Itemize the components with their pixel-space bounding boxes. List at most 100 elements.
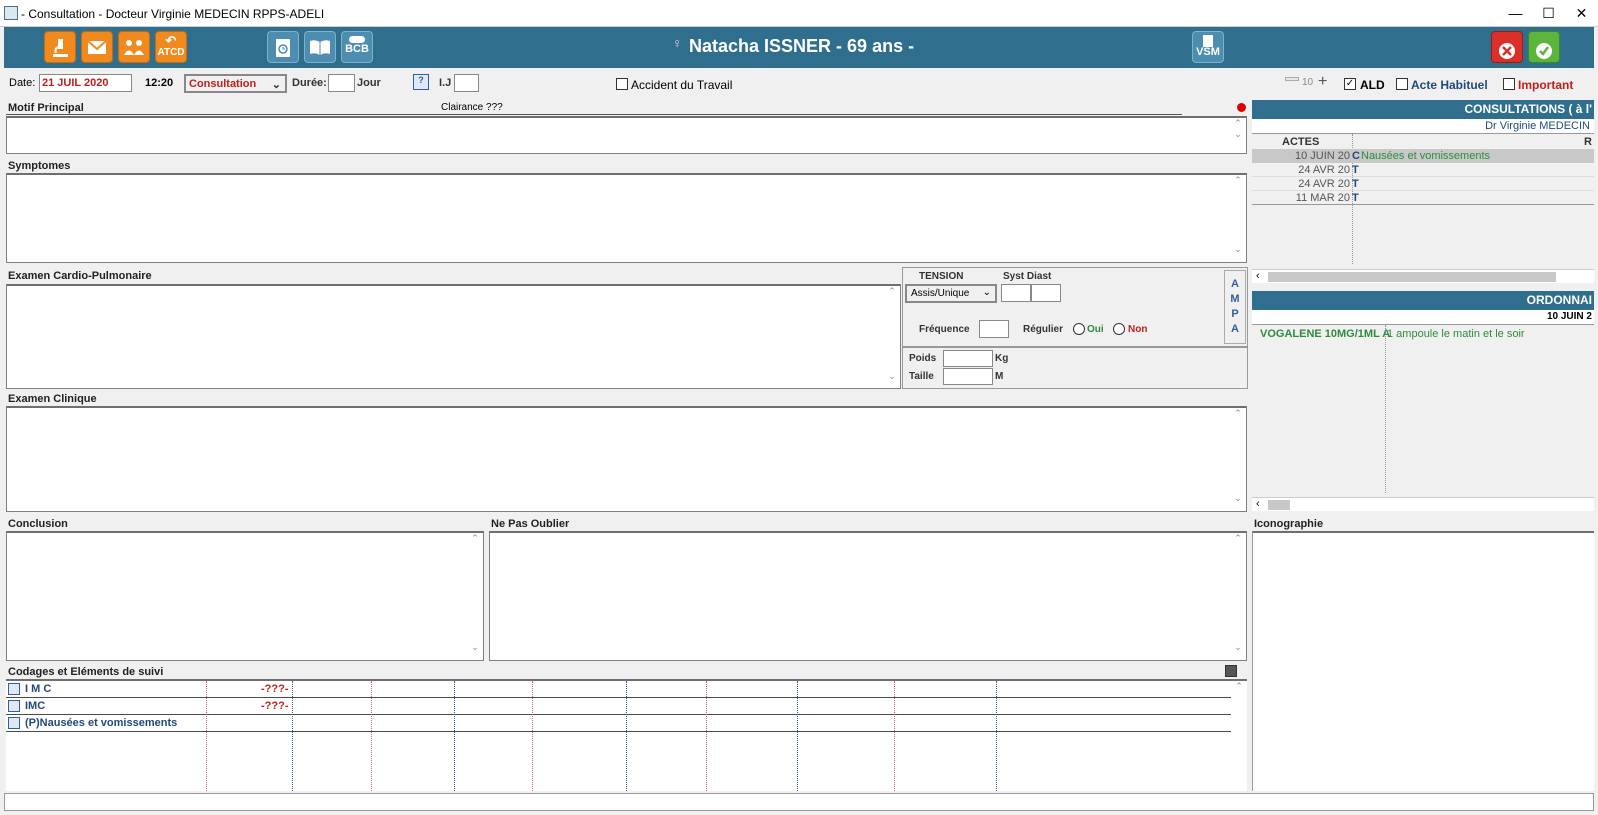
maximize-button[interactable]: ☐ [1532, 0, 1565, 27]
validate-button[interactable] [1528, 31, 1560, 63]
ordonnance-drug[interactable]: VOGALENE 10MG/1ML A [1260, 328, 1390, 340]
motif-textarea[interactable]: ⌃ ⌄ [6, 116, 1247, 154]
regulier-oui-radio[interactable] [1073, 323, 1085, 335]
calendar-icon[interactable]: ? [413, 74, 429, 90]
open-book-icon [310, 40, 330, 55]
chevron-left-icon: ‹ [1256, 498, 1260, 510]
kg-label: Kg [995, 353, 1009, 364]
codages-title: Codages et Eléments de suivi [8, 666, 164, 678]
cardio-scrollbar[interactable]: ⌃ ⌄ [884, 286, 900, 387]
minimize-button[interactable]: — [1499, 0, 1532, 27]
position-select[interactable]: Assis/Unique ⌄ [905, 284, 997, 303]
consultation-type-select[interactable]: Consultation ⌄ [184, 74, 287, 93]
conclusion-scrollbar[interactable]: ⌃ ⌄ [467, 533, 483, 659]
cardio-textarea[interactable]: ⌃ ⌄ [6, 284, 901, 389]
poids-field[interactable] [943, 350, 993, 367]
chevron-left-icon: ‹ [1256, 270, 1260, 282]
window-title: - Consultation - Docteur Virginie MEDECI… [21, 7, 325, 21]
chevron-down-icon: ⌄ [982, 287, 991, 298]
regulier-non-radio[interactable] [1113, 323, 1125, 335]
acte-habituel-checkbox[interactable] [1396, 78, 1408, 90]
acte-habituel-label: Acte Habituel [1411, 78, 1488, 92]
vsm-button[interactable]: VSM [1192, 31, 1224, 63]
grid-icon[interactable] [1225, 665, 1237, 677]
table-row[interactable]: I M C -???- [6, 681, 1231, 698]
codages-scrollbar[interactable]: ⌃ [1231, 681, 1247, 791]
table-row[interactable]: 24 AVR 20 T [1252, 177, 1594, 191]
ordonnance-posology[interactable]: 1 ampoule le matin et le soir [1387, 328, 1525, 340]
grid-icon [8, 717, 20, 729]
poids-label: Poids [909, 353, 937, 364]
ampa-button[interactable]: AMPA [1224, 270, 1246, 344]
microscope-button[interactable] [44, 31, 76, 63]
col-actes-header: ACTES [1282, 136, 1320, 148]
table-row[interactable]: IMC -???- [6, 698, 1231, 715]
motif-scrollbar[interactable]: ⌃ ⌄ [1230, 118, 1246, 152]
app-icon [4, 6, 18, 20]
ne-pas-oublier-scrollbar[interactable]: ⌃ ⌄ [1230, 533, 1246, 659]
clinique-textarea[interactable]: ⌃ ⌄ [6, 406, 1247, 512]
cancel-button[interactable] [1491, 31, 1523, 63]
table-row[interactable]: 11 MAR 20 T [1252, 191, 1594, 205]
non-label: Non [1128, 324, 1148, 335]
mail-button[interactable] [81, 31, 113, 63]
zoom-value: 10 [1302, 77, 1314, 88]
taille-field[interactable] [943, 368, 993, 385]
ordonnances-list: VOGALENE 10MG/1ML A 1 ampoule le matin e… [1252, 324, 1594, 511]
motif-title: Motif Principal [8, 102, 84, 114]
family-button[interactable] [118, 31, 150, 63]
envelope-icon [87, 40, 107, 54]
clinique-title: Examen Clinique [8, 393, 97, 405]
systole-field[interactable] [1001, 284, 1031, 302]
conclusion-textarea[interactable]: ⌃ ⌄ [6, 531, 484, 661]
bcb-button[interactable]: BCB [341, 31, 373, 63]
ordonnances-date-row: 10 JUIN 2 [1252, 310, 1594, 324]
ald-checkbox[interactable]: ✓ [1344, 78, 1356, 90]
accident-travail-label: Accident du Travail [631, 78, 733, 92]
zoom-plus-icon[interactable]: + [1318, 74, 1327, 90]
ordonnances-hscrollbar[interactable]: ‹ [1252, 497, 1594, 511]
accident-travail-checkbox[interactable] [616, 78, 628, 90]
microscope-icon [53, 39, 68, 57]
jour-label: Jour [357, 77, 381, 89]
clinique-scrollbar[interactable]: ⌃ ⌄ [1230, 408, 1246, 510]
col-r-header: R [1584, 136, 1592, 148]
clairance-label: Clairance ??? [441, 102, 503, 113]
poids-taille-panel: Poids Kg Taille M [902, 347, 1248, 389]
chevron-down-icon: ⌄ [271, 79, 281, 91]
duree-field[interactable] [328, 74, 355, 92]
table-row[interactable]: 10 JUIN 20 C Nausées et vomissements [1252, 149, 1594, 163]
symptomes-scrollbar[interactable]: ⌃ ⌄ [1230, 175, 1246, 261]
table-row[interactable]: 24 AVR 20 T [1252, 163, 1594, 177]
duree-label: Durée: [292, 77, 327, 89]
atcd-button[interactable]: ↶ ATCD [155, 31, 187, 63]
tension-panel: TENSION Syst Diast Assis/Unique ⌄ Fréquen… [902, 267, 1248, 347]
zoom-minus-icon[interactable] [1285, 77, 1299, 81]
document-clock-button[interactable] [267, 31, 299, 63]
consultations-hscrollbar[interactable]: ‹ [1252, 269, 1594, 283]
frequence-field[interactable] [979, 320, 1009, 338]
ne-pas-oublier-title: Ne Pas Oublier [491, 518, 570, 530]
oui-label: Oui [1087, 324, 1104, 335]
main-toolbar: ↶ ATCD BCB ♀ Natacha ISSNER - 69 ans - V… [4, 27, 1594, 68]
table-row[interactable]: (P)Nausées et vomissements [6, 715, 1231, 732]
symptomes-textarea[interactable]: ⌃ ⌄ [6, 173, 1247, 263]
conclusion-title: Conclusion [8, 518, 68, 530]
book-button[interactable] [304, 31, 336, 63]
diastole-field[interactable] [1031, 284, 1061, 302]
iconographie-area[interactable] [1252, 531, 1594, 791]
codages-grid: I M C -???- IMC -???- (P)Nausées et vomiss… [6, 679, 1247, 791]
codages-rows: I M C -???- IMC -???- (P)Nausées et vomiss… [6, 681, 1231, 732]
undo-arrow-icon: ↶ [165, 33, 177, 48]
cardio-title: Examen Cardio-Pulmonaire [8, 270, 152, 282]
status-bar [4, 793, 1594, 811]
important-checkbox[interactable] [1503, 78, 1515, 90]
date-field[interactable]: 21 JUIL 2020 [39, 74, 132, 92]
ij-field[interactable] [454, 74, 479, 92]
pill-icon [349, 36, 365, 43]
regulier-label: Régulier [1023, 324, 1064, 335]
ne-pas-oublier-textarea[interactable]: ⌃ ⌄ [489, 531, 1247, 661]
close-button[interactable]: ✕ [1565, 0, 1598, 27]
important-label: Important [1518, 78, 1574, 92]
female-icon: ♀ [672, 35, 683, 51]
